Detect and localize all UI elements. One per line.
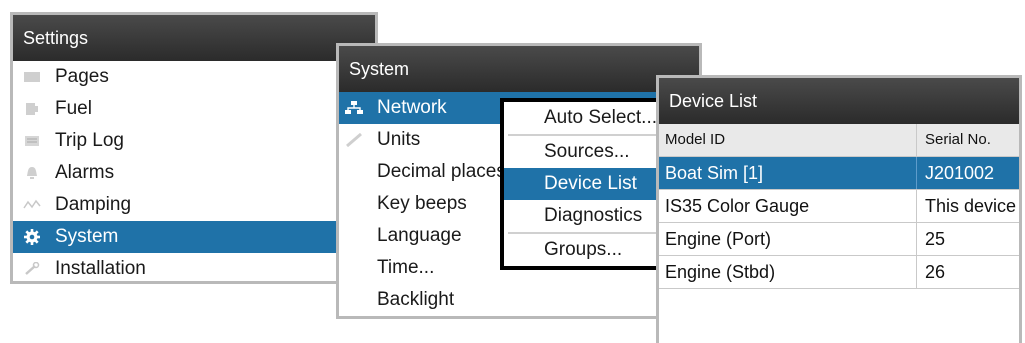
menu-item-diagnostics[interactable]: Diagnostics — [504, 200, 666, 232]
settings-panel: Settings Pages Fuel Trip Log Alarms Damp… — [10, 12, 378, 284]
settings-item-system[interactable]: System — [13, 221, 375, 253]
gear-icon — [24, 229, 40, 245]
settings-item-label: Trip Log — [55, 130, 124, 151]
cell-serial: 26 — [925, 262, 946, 282]
wrench-icon — [25, 262, 40, 275]
settings-item-label: Alarms — [55, 162, 115, 183]
bell-icon — [27, 167, 37, 179]
table-row[interactable]: Engine (Stbd) 26 — [659, 256, 1019, 289]
column-header-serial-no: Serial No. — [925, 131, 991, 148]
fuel-icon — [26, 103, 38, 115]
cell-serial: J201002 — [925, 163, 995, 183]
system-item-label: Key beeps — [377, 193, 467, 214]
device-table: Model ID Serial No. Boat Sim [1] J201002… — [659, 124, 1019, 289]
settings-item-label: Pages — [55, 66, 109, 87]
system-item-label: Language — [377, 225, 462, 246]
menu-item-auto-select[interactable]: Auto Select... — [504, 102, 666, 134]
system-title: System — [339, 46, 699, 92]
settings-item-damping[interactable]: Damping — [13, 189, 375, 221]
network-icon — [345, 101, 363, 114]
device-list-title: Device List — [659, 78, 1019, 124]
device-list-panel: Device List Model ID Serial No. Boat Sim… — [656, 75, 1022, 343]
settings-item-fuel[interactable]: Fuel — [13, 93, 375, 125]
settings-item-pages[interactable]: Pages — [13, 61, 375, 93]
settings-item-label: Damping — [55, 194, 132, 215]
settings-item-installation[interactable]: Installation — [13, 253, 375, 281]
system-item-label: Time... — [377, 257, 435, 278]
trip-log-icon — [25, 136, 39, 146]
system-item-backlight[interactable]: Backlight — [339, 284, 699, 316]
settings-item-label: Fuel — [55, 98, 92, 119]
ruler-icon — [346, 133, 362, 147]
system-item-label: Backlight — [377, 289, 455, 310]
cell-serial: This device — [925, 196, 1017, 216]
table-header: Model ID Serial No. — [659, 124, 1019, 157]
system-item-label: Units — [377, 129, 421, 150]
column-header-model-id: Model ID — [659, 124, 917, 156]
table-row[interactable]: Boat Sim [1] J201002 — [659, 157, 1019, 190]
cell-model: Boat Sim [1] — [659, 157, 917, 189]
menu-item-groups[interactable]: Groups... — [504, 234, 666, 266]
cell-model: Engine (Stbd) — [659, 256, 917, 288]
settings-item-label: Installation — [55, 258, 146, 279]
menu-item-sources[interactable]: Sources... — [504, 136, 666, 168]
settings-item-label: System — [55, 226, 119, 247]
cell-model: Engine (Port) — [659, 223, 917, 255]
settings-item-alarms[interactable]: Alarms — [13, 157, 375, 189]
settings-title: Settings — [13, 15, 375, 61]
table-row[interactable]: IS35 Color Gauge This device — [659, 190, 1019, 223]
cell-model: IS35 Color Gauge — [659, 190, 917, 222]
damping-icon — [23, 199, 41, 209]
table-row[interactable]: Engine (Port) 25 — [659, 223, 1019, 256]
system-item-label: Decimal places — [377, 161, 506, 182]
cell-serial: 25 — [925, 229, 946, 249]
menu-item-device-list[interactable]: Device List — [504, 168, 666, 200]
settings-item-trip-log[interactable]: Trip Log — [13, 125, 375, 157]
network-submenu: Auto Select... Sources... Device List Di… — [500, 98, 670, 270]
system-item-label: Network — [377, 97, 447, 118]
pages-icon — [24, 72, 40, 82]
